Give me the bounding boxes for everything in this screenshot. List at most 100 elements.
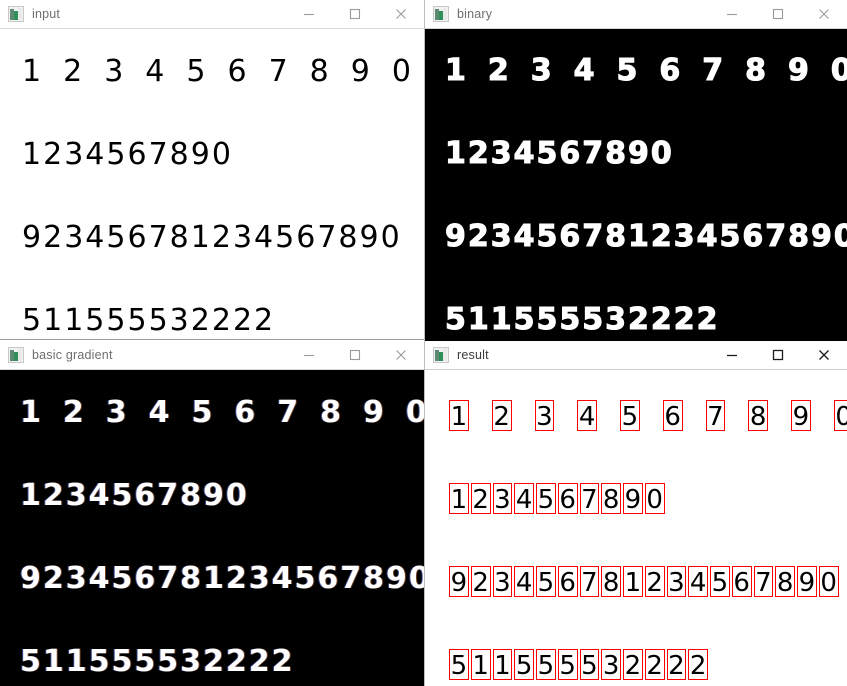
digit-row: 511555532222 <box>22 306 273 336</box>
digit-glyph: 5 <box>444 302 466 337</box>
digit-row: 1234567890 <box>449 400 847 431</box>
digit-row: 511555532222 <box>444 302 718 337</box>
window-binary[interactable]: binary 1234567890 1234567890 92345678123… <box>425 0 847 339</box>
close-button[interactable] <box>378 0 424 29</box>
maximize-button[interactable] <box>755 341 801 370</box>
digit-row: 923456781234567890 <box>444 219 847 254</box>
digit-glyph: 5 <box>294 561 316 596</box>
digit-glyph: 5 <box>148 303 168 338</box>
close-button[interactable] <box>801 341 847 370</box>
digit-row: 511555532222 <box>449 649 708 680</box>
digit-glyph: 2 <box>42 561 64 596</box>
window-title-input: input <box>32 7 61 21</box>
digit-glyph: 5 <box>22 303 42 338</box>
detected-digit-box: 1 <box>449 483 469 515</box>
digit-glyph: 5 <box>616 53 638 88</box>
maximize-button[interactable] <box>755 0 801 29</box>
detected-digit-box: 2 <box>666 649 687 681</box>
close-button[interactable] <box>801 0 847 29</box>
detected-digit-box: 2 <box>470 483 491 515</box>
image-window-icon <box>433 6 449 22</box>
digit-glyph: 0 <box>830 53 847 88</box>
digit-glyph: 8 <box>338 220 358 255</box>
detected-digit-box: 5 <box>449 649 469 681</box>
detected-digit-box: 4 <box>688 566 708 598</box>
close-button[interactable] <box>378 341 424 370</box>
minimize-button[interactable] <box>709 0 755 29</box>
digit-glyph: 8 <box>309 54 329 89</box>
minimize-button[interactable] <box>286 0 332 29</box>
canvas-input: 1234567890 1234567890 923456781234567890… <box>0 29 424 339</box>
digit-glyph: 2 <box>487 53 509 88</box>
digit-glyph: 2 <box>673 302 695 337</box>
digit-glyph: 4 <box>573 53 595 88</box>
digit-glyph: 9 <box>350 54 370 89</box>
digit-glyph: 5 <box>134 644 156 679</box>
window-controls-input <box>286 0 424 28</box>
window-basic-gradient[interactable]: basic gradient 1234567890 1234567890 923… <box>0 341 424 686</box>
window-controls-result <box>709 341 847 369</box>
minimize-button[interactable] <box>709 341 755 370</box>
digit-glyph: 2 <box>225 561 247 596</box>
digit-glyph: 4 <box>696 219 718 254</box>
digit-glyph: 3 <box>248 561 270 596</box>
digit-glyph: 2 <box>63 54 83 89</box>
digit-glyph: 1 <box>190 220 210 255</box>
desktop-screen: input 1234567890 1234567890 923456781234… <box>0 0 847 686</box>
digit-glyph: 6 <box>127 137 147 172</box>
titlebar-basic-gradient[interactable]: basic gradient <box>0 341 424 370</box>
digit-glyph: 4 <box>145 54 165 89</box>
minimize-button[interactable] <box>286 341 332 370</box>
titlebar-binary[interactable]: binary <box>425 0 847 29</box>
image-window-icon <box>433 347 449 363</box>
digit-glyph: 8 <box>605 219 627 254</box>
window-input[interactable]: input 1234567890 1234567890 923456781234… <box>0 0 424 339</box>
digit-glyph: 1 <box>42 644 64 679</box>
digit-glyph: 5 <box>157 644 179 679</box>
window-seam-vertical <box>424 0 425 686</box>
digit-glyph: 3 <box>169 303 189 338</box>
digit-glyph: 6 <box>559 136 581 171</box>
digit-glyph: 0 <box>391 54 411 89</box>
detected-digit-box: 9 <box>797 566 817 598</box>
digit-glyph: 1 <box>490 302 512 337</box>
digit-glyph: 1 <box>203 561 224 596</box>
digit-glyph: 4 <box>88 561 110 596</box>
digit-glyph: 8 <box>788 219 810 254</box>
digit-row: 1234567890 <box>22 140 231 170</box>
digit-glyph: 3 <box>490 219 512 254</box>
digit-glyph: 5 <box>719 219 741 254</box>
window-seam-horizontal-left <box>0 339 424 340</box>
image-window-icon <box>8 6 24 22</box>
digit-glyph: 2 <box>211 220 231 255</box>
detected-digit-box: 5 <box>557 649 578 681</box>
digit-glyph: 2 <box>43 220 63 255</box>
digit-glyph: 2 <box>211 303 231 338</box>
digit-glyph: 2 <box>62 395 84 430</box>
detected-digit-box: 5 <box>579 649 600 681</box>
detected-digit-box: 5 <box>536 649 556 681</box>
digit-glyph: 1 <box>64 303 84 338</box>
detected-digit-box: 4 <box>577 400 597 432</box>
detected-digit-box: 7 <box>753 566 774 598</box>
digit-glyph: 8 <box>320 395 341 430</box>
digit-glyph: 7 <box>702 53 724 88</box>
digit-glyph: 9 <box>787 53 809 88</box>
detected-digit-box: 9 <box>791 400 811 432</box>
digit-glyph: 7 <box>157 561 179 596</box>
detected-digit-box: 2 <box>644 566 665 598</box>
maximize-button[interactable] <box>332 0 378 29</box>
titlebar-result[interactable]: result <box>425 341 847 370</box>
digit-glyph: 3 <box>104 54 124 89</box>
digit-glyph: 4 <box>85 220 105 255</box>
digit-glyph: 2 <box>271 644 293 679</box>
window-result[interactable]: result 1234567890 1234567890 92345678123… <box>425 341 847 686</box>
maximize-button[interactable] <box>332 341 378 370</box>
digit-row: 511555532222 <box>20 647 293 677</box>
detected-digit-box: 7 <box>705 400 726 432</box>
digit-glyph: 2 <box>254 303 274 338</box>
digit-glyph: 9 <box>386 561 407 596</box>
titlebar-input[interactable]: input <box>0 0 424 29</box>
digit-row: 923456781234567890 <box>22 223 400 253</box>
digit-glyph: 2 <box>190 303 210 338</box>
